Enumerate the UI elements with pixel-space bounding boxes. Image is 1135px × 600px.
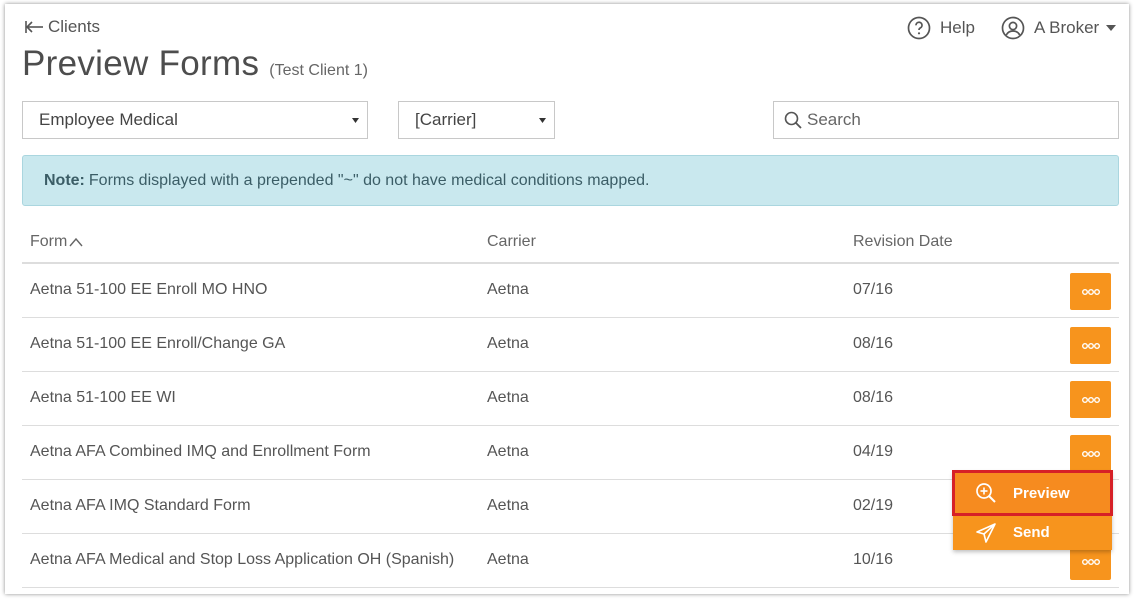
table-row: Aetna 51-100 EE WI Aetna 08/16 (22, 372, 1119, 426)
plan-type-select[interactable]: Employee Medical (22, 101, 368, 139)
carrier-name: Aetna (487, 443, 529, 460)
search-input[interactable] (807, 110, 1107, 130)
arrow-left-icon (25, 21, 43, 33)
preview-menu-item[interactable]: Preview (952, 470, 1113, 516)
table-row: Aetna 51-100 EE Enroll MO HNO Aetna 07/1… (22, 264, 1119, 318)
table-header: Form Carrier Revision Date (22, 222, 1119, 264)
column-header-form-label: Form (30, 233, 68, 250)
revision-date: 10/16 (853, 551, 894, 568)
sort-ascending-icon (69, 237, 83, 247)
column-header-revision-date[interactable]: Revision Date (853, 233, 953, 251)
row-actions-button[interactable] (1070, 327, 1111, 364)
user-circle-icon (1001, 16, 1025, 40)
note-text: Forms displayed with a prepended "~" do … (88, 171, 650, 189)
page-title: Preview Forms (22, 44, 260, 83)
caret-down-icon (1106, 25, 1117, 31)
ellipsis-icon (1081, 342, 1100, 349)
form-name: Aetna AFA Combined IMQ and Enrollment Fo… (30, 443, 371, 460)
help-label: Help (940, 18, 975, 37)
column-header-form[interactable]: Form (30, 233, 83, 251)
zoom-in-icon (976, 483, 996, 503)
send-menu-item[interactable]: Send (953, 515, 1112, 550)
help-button[interactable]: Help (907, 16, 975, 40)
column-header-carrier[interactable]: Carrier (487, 233, 536, 251)
revision-date: 08/16 (853, 335, 894, 352)
ellipsis-icon (1081, 450, 1100, 457)
revision-date: 04/19 (853, 443, 894, 460)
info-note: Note: Forms displayed with a prepended "… (22, 155, 1119, 206)
carrier-value: [Carrier] (415, 110, 477, 129)
back-link-label: Clients (48, 17, 100, 36)
question-circle-icon (907, 16, 931, 40)
table-row: Aetna 51-100 EE Enroll/Change GA Aetna 0… (22, 318, 1119, 372)
carrier-name: Aetna (487, 497, 529, 514)
plan-type-value: Employee Medical (39, 110, 178, 129)
row-actions-button[interactable] (1070, 435, 1111, 472)
back-to-clients-link[interactable]: Clients (24, 17, 100, 37)
client-name: (Test Client 1) (269, 62, 368, 79)
ellipsis-icon (1081, 288, 1100, 295)
paper-plane-icon (976, 522, 996, 543)
revision-date: 02/19 (853, 497, 894, 514)
carrier-name: Aetna (487, 281, 529, 298)
revision-date: 07/16 (853, 281, 894, 298)
note-label: Note: (44, 171, 85, 189)
page-header: Preview Forms (Test Client 1) (22, 44, 368, 84)
ellipsis-icon (1081, 396, 1100, 403)
user-name: A Broker (1034, 18, 1100, 37)
user-menu[interactable]: A Broker (1001, 16, 1117, 40)
preview-label: Preview (1013, 484, 1070, 502)
caret-down-icon (352, 118, 359, 123)
carrier-name: Aetna (487, 335, 529, 352)
carrier-name: Aetna (487, 551, 529, 568)
form-name: Aetna AFA Medical and Stop Loss Applicat… (30, 551, 455, 568)
form-name: Aetna 51-100 EE Enroll MO HNO (30, 281, 268, 298)
search-icon (784, 111, 802, 129)
revision-date: 08/16 (853, 389, 894, 406)
form-name: Aetna 51-100 EE WI (30, 389, 176, 406)
caret-down-icon (539, 118, 546, 123)
search-box (773, 101, 1119, 139)
form-name: Aetna 51-100 EE Enroll/Change GA (30, 335, 286, 352)
send-label: Send (1013, 524, 1050, 541)
row-actions-menu: Preview Send (952, 470, 1113, 550)
form-name: Aetna AFA IMQ Standard Form (30, 497, 251, 514)
ellipsis-icon (1081, 558, 1100, 565)
carrier-name: Aetna (487, 389, 529, 406)
carrier-select[interactable]: [Carrier] (398, 101, 555, 139)
row-actions-button[interactable] (1070, 273, 1111, 310)
row-actions-button[interactable] (1070, 381, 1111, 418)
